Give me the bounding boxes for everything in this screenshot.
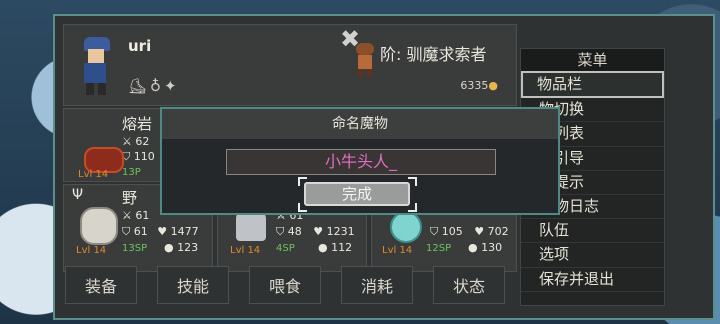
def-value: 105	[441, 225, 463, 238]
creature-sp: 13P	[122, 167, 141, 178]
shield-icon: ⛉	[276, 225, 285, 238]
player-status-icons: ⛸♁✦	[128, 77, 180, 95]
monster-name-input[interactable]: 小牛头人_	[226, 149, 496, 175]
creature-sp: 12SP	[426, 243, 452, 254]
heart-icon: ♥	[157, 225, 168, 238]
menu-item-save-quit[interactable]: 保存并退出	[521, 268, 664, 292]
spirit-sprite	[390, 211, 422, 243]
creature-name: 野	[122, 189, 138, 207]
def-value: 61	[133, 225, 148, 238]
def-value: 110	[133, 150, 155, 163]
dialog-title: 命名魔物	[162, 109, 558, 139]
selection-corner	[408, 177, 417, 186]
hp-value: 1477	[170, 225, 199, 238]
skills-button[interactable]: 技能	[157, 266, 229, 304]
def-value: 48	[287, 225, 302, 238]
done-button[interactable]: 完成	[304, 182, 410, 206]
mana-icon: ●	[164, 241, 174, 254]
coin-icon: ●	[488, 79, 498, 92]
player-rank-title: 阶: 驯魔求索者	[380, 45, 487, 64]
creature-sp: 4SP	[276, 243, 295, 254]
creature-name: 熔岩	[122, 115, 153, 133]
heart-icon: ♥	[313, 225, 324, 238]
mana-icon: ●	[468, 241, 478, 254]
mp-value: 130	[481, 241, 503, 254]
creature-level: Lvl 14	[382, 245, 413, 256]
name-monster-dialog: 命名魔物 小牛头人_ 完成	[160, 107, 560, 215]
player-name: uri	[128, 37, 152, 55]
consume-button[interactable]: 消耗	[341, 266, 413, 304]
status-button[interactable]: 状态	[433, 266, 505, 304]
compass-icon: ✦	[164, 77, 180, 95]
menu-item-options[interactable]: 选项	[521, 243, 664, 268]
selection-corner	[408, 203, 417, 212]
player-sprite	[78, 37, 114, 97]
mana-icon: ●	[318, 241, 328, 254]
menu-header: 菜单	[521, 49, 664, 71]
mp-value: 123	[177, 241, 199, 254]
heart-icon: ♥	[474, 225, 485, 238]
yeti-sprite	[80, 207, 118, 245]
sword-icon: ⚔	[122, 209, 132, 222]
bag-icon: ♁	[150, 77, 165, 95]
selection-corner	[298, 177, 307, 186]
hp-value: 1231	[326, 225, 355, 238]
shield-icon: ⛉	[430, 225, 439, 238]
mp-value: 112	[331, 241, 353, 254]
menu-item-inventory[interactable]: 物品栏	[521, 71, 664, 99]
menu-item-party[interactable]: 队伍	[521, 219, 664, 244]
feed-button[interactable]: 喂食	[249, 266, 321, 304]
hp-value: 702	[487, 225, 509, 238]
atk-value: 62	[135, 135, 150, 148]
shield-icon: ⛉	[122, 225, 131, 238]
creature-level: Lvl 14	[76, 245, 107, 256]
fork-icon: Ψ	[72, 187, 84, 203]
equip-button[interactable]: 装备	[65, 266, 137, 304]
sword-icon: ⚔	[122, 135, 132, 148]
creature-level: Lvl 14	[230, 245, 261, 256]
selection-corner	[298, 203, 307, 212]
player-panel: uri ⛸♁✦ ✖ 阶: 驯魔求索者 6335●	[63, 24, 517, 106]
minotaur-sprite	[354, 43, 376, 77]
atk-value: 61	[135, 209, 150, 222]
shoe-icon: ⛸	[128, 77, 151, 95]
creature-sp: 13SP	[122, 243, 148, 254]
gold-amount: 6335●	[460, 79, 498, 92]
creature-level: Lvl 14	[78, 169, 109, 180]
